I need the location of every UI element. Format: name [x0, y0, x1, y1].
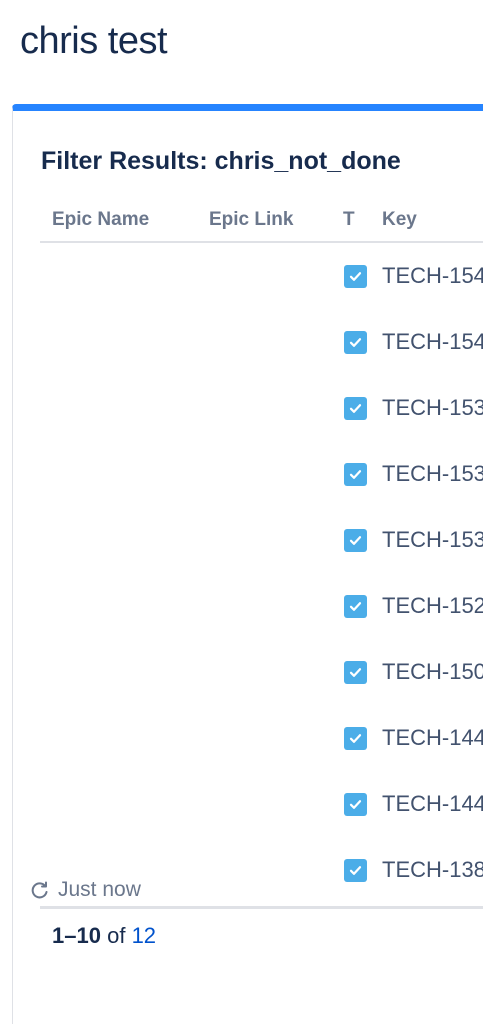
table-row[interactable]: TECH-152	[40, 573, 483, 639]
column-header-epic-name[interactable]: Epic Name	[52, 209, 149, 231]
refresh-icon	[31, 881, 48, 899]
story-checkbox-icon	[344, 859, 367, 882]
table-row[interactable]: TECH-150	[40, 639, 483, 705]
issue-key-link[interactable]: TECH-154	[382, 263, 483, 289]
table-row[interactable]: TECH-154	[40, 309, 483, 375]
refresh-label: Just now	[58, 878, 141, 901]
issue-key-link[interactable]: TECH-153	[382, 395, 483, 421]
table-row[interactable]: TECH-153	[40, 441, 483, 507]
table-footer: 1–10 of 12	[40, 906, 483, 969]
pagination-total-link[interactable]: 12	[132, 923, 156, 948]
story-checkbox-icon	[344, 331, 367, 354]
table-header: Epic Name Epic Link T Key	[40, 203, 483, 243]
pagination: 1–10 of 12	[52, 921, 156, 951]
column-header-key[interactable]: Key	[382, 209, 417, 231]
story-checkbox-icon	[344, 529, 367, 552]
issue-key-link[interactable]: TECH-144	[382, 725, 483, 751]
table-row[interactable]: TECH-154	[40, 243, 483, 309]
page-title: chris test	[20, 20, 168, 62]
story-checkbox-icon	[344, 463, 367, 486]
pagination-of: of	[107, 923, 126, 948]
story-checkbox-icon	[344, 793, 367, 816]
pagination-range: 1–10	[52, 923, 101, 948]
issue-key-link[interactable]: TECH-138	[382, 857, 483, 883]
issue-key-link[interactable]: TECH-153	[382, 527, 483, 553]
issue-key-link[interactable]: TECH-152	[382, 593, 483, 619]
column-header-epic-link[interactable]: Epic Link	[209, 209, 293, 231]
refresh-status[interactable]: Just now	[30, 875, 141, 905]
story-checkbox-icon	[344, 727, 367, 750]
table-row[interactable]: TECH-153	[40, 375, 483, 441]
issue-key-link[interactable]: TECH-150	[382, 659, 483, 685]
story-checkbox-icon	[344, 595, 367, 618]
issue-key-link[interactable]: TECH-154	[382, 329, 483, 355]
story-checkbox-icon	[344, 661, 367, 684]
story-checkbox-icon	[344, 265, 367, 288]
table-row[interactable]: TECH-153	[40, 507, 483, 573]
story-checkbox-icon	[344, 397, 367, 420]
issue-table-body: TECH-154 TECH-154 TECH-153 TECH-153 TECH-153…	[40, 243, 483, 903]
issue-key-link[interactable]: TECH-153	[382, 461, 483, 487]
column-header-type[interactable]: T	[343, 209, 355, 231]
table-row[interactable]: TECH-144	[40, 705, 483, 771]
table-row[interactable]: TECH-144	[40, 771, 483, 837]
issue-key-link[interactable]: TECH-144	[382, 791, 483, 817]
gadget-title: Filter Results: chris_not_done	[41, 147, 401, 175]
